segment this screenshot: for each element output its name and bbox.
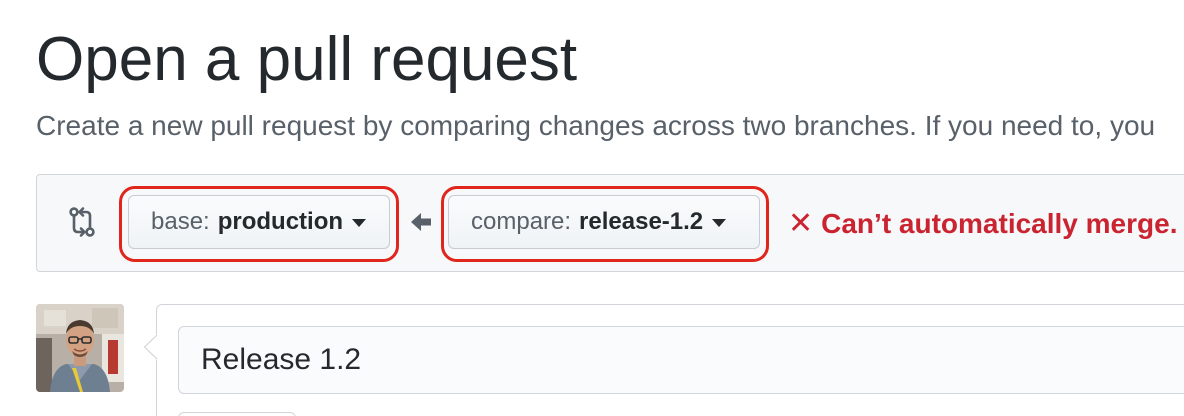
base-branch-name: production: [217, 208, 344, 235]
merge-status: ✕ Can’t automatically merge.: [788, 204, 1177, 244]
avatar[interactable]: [36, 304, 124, 392]
open-pull-request-page: Open a pull request Create a new pull re…: [0, 0, 1184, 416]
pull-request-title-input[interactable]: [178, 326, 1184, 394]
compare-branch-prefix: compare:: [471, 208, 572, 235]
triangle-down-icon: [712, 219, 727, 227]
comment-pointer: [143, 334, 158, 360]
tab-write[interactable]: [178, 412, 296, 416]
page-title: Open a pull request: [36, 25, 578, 94]
x-icon: ✕: [788, 207, 814, 240]
page-subtitle: Create a new pull request by comparing c…: [36, 110, 1156, 141]
compare-branch-name: release-1.2: [579, 208, 704, 235]
base-branch-prefix: base:: [151, 208, 210, 235]
arrow-left-icon: [411, 213, 431, 231]
base-branch-selector[interactable]: base: production: [128, 195, 390, 249]
compare-branch-selector[interactable]: compare: release-1.2: [448, 195, 760, 249]
triangle-down-icon: [352, 219, 367, 227]
git-compare-icon: [69, 207, 95, 237]
merge-status-text: Can’t automatically merge.: [821, 208, 1178, 239]
